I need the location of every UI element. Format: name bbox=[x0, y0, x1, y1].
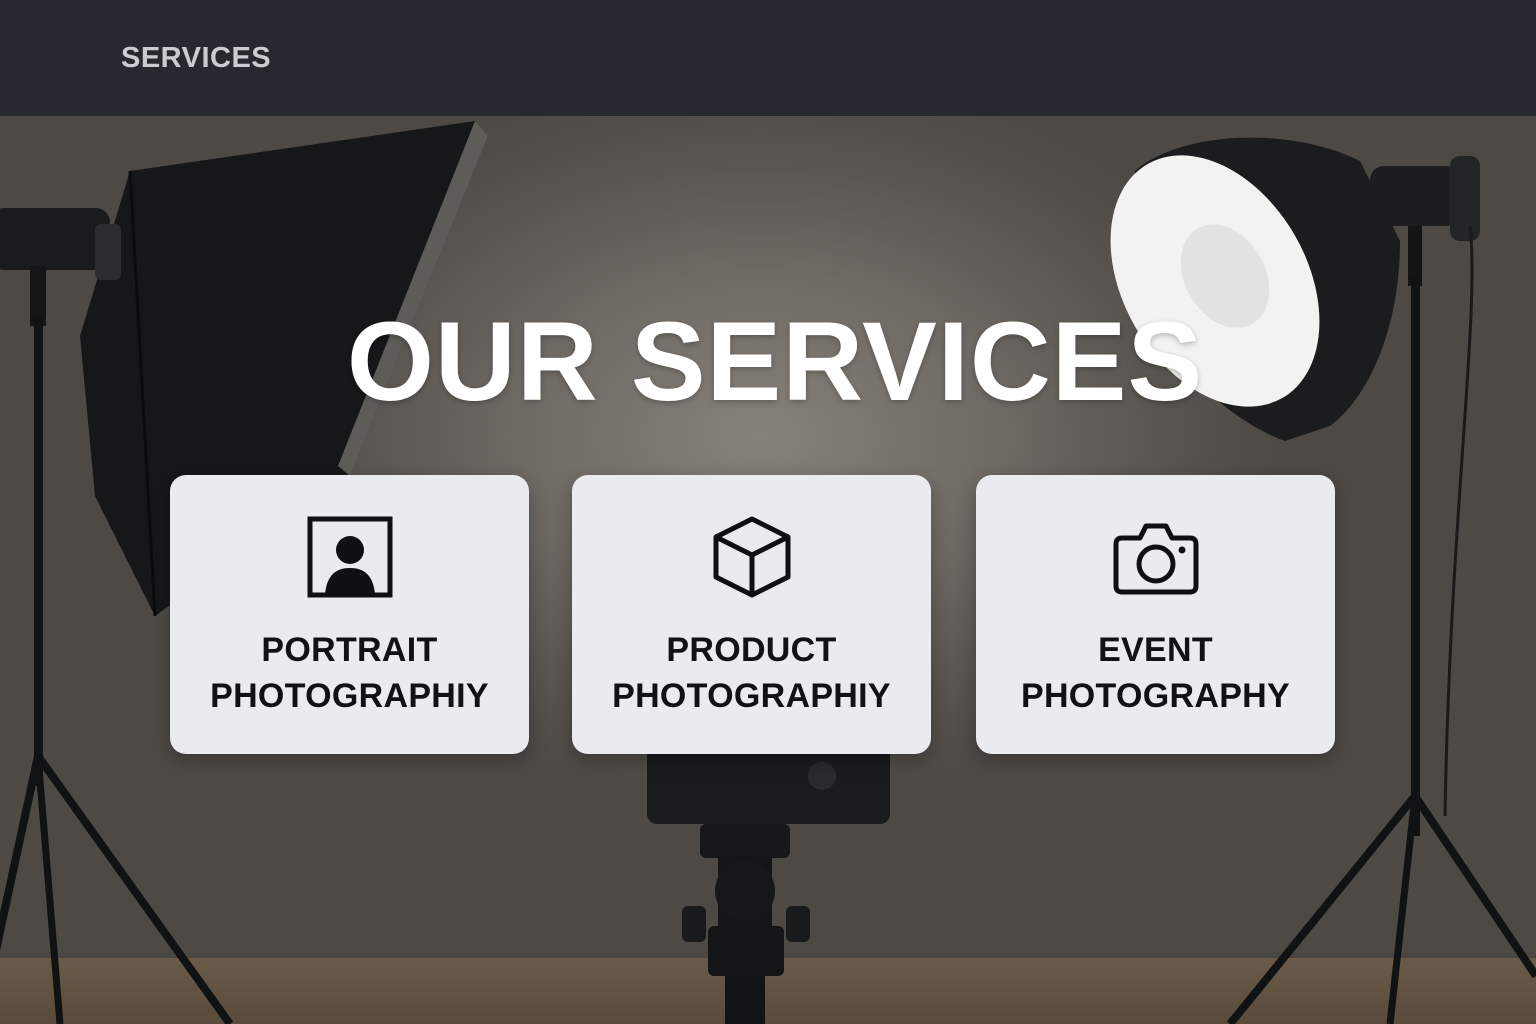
camera-on-tripod bbox=[647, 746, 890, 1024]
service-card-label-line2: PHOTOGRAPHIY bbox=[612, 677, 891, 715]
service-card-label-line2: PHOTOGRAPHY bbox=[1020, 677, 1291, 715]
service-card-portrait[interactable]: PORTRAIT PHOTOGRAPHIY bbox=[170, 475, 529, 754]
nav-services-link[interactable]: SERVICES bbox=[121, 42, 271, 75]
page-title: OUR SERVICES bbox=[346, 299, 1204, 424]
service-card-event[interactable]: EVENT PHOTOGRAPHY bbox=[976, 475, 1335, 754]
service-card-label: EVENT PHOTOGRAPHY bbox=[1021, 627, 1290, 719]
service-card-label-line1: EVENT bbox=[1098, 631, 1213, 669]
service-card-label-line1: PRODUCT bbox=[666, 631, 837, 669]
services-page: SERVICES OUR SERVICES PORTRAIT PHOTOGRAP… bbox=[0, 0, 1536, 1024]
service-card-label: PORTRAIT PHOTOGRAPHIY bbox=[210, 627, 489, 719]
camera-icon bbox=[1111, 515, 1201, 599]
service-card-label-line1: PORTRAIT bbox=[261, 631, 438, 669]
service-card-label: PRODUCT PHOTOGRAPHIY bbox=[612, 627, 891, 719]
portrait-icon bbox=[305, 515, 395, 599]
box-icon bbox=[707, 515, 797, 599]
service-card-product[interactable]: PRODUCT PHOTOGRAPHIY bbox=[572, 475, 931, 754]
top-nav-bar: SERVICES bbox=[0, 0, 1536, 116]
service-card-label-line2: PHOTOGRAPHIY bbox=[210, 677, 489, 715]
